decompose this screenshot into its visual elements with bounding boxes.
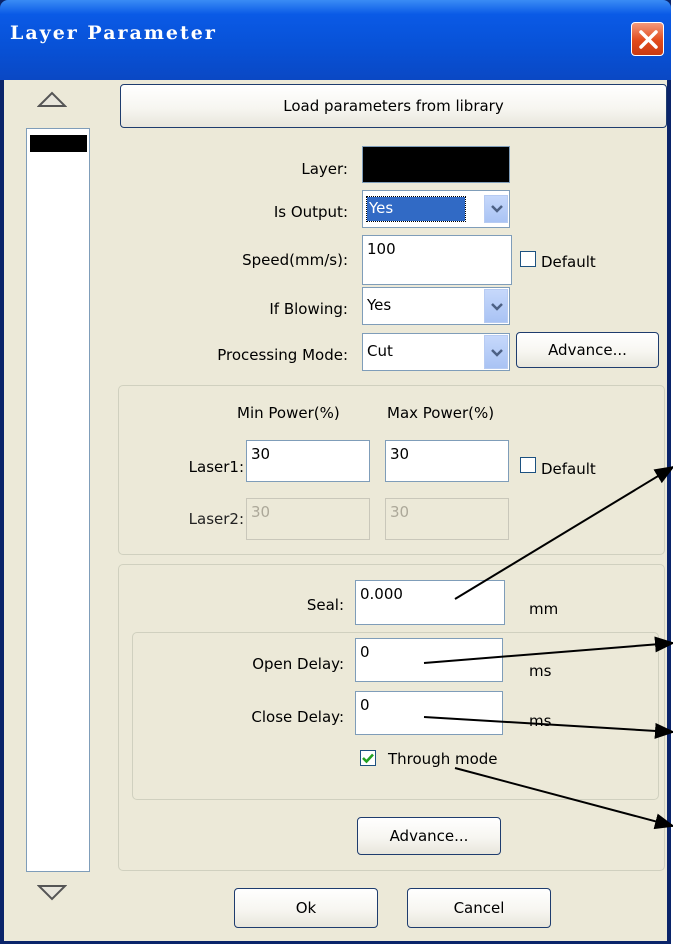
laser2-label: Laser2: — [188, 510, 244, 528]
is-output-value: Yes — [366, 196, 466, 222]
chevron-down-icon — [491, 349, 503, 357]
speed-default-label: Default — [541, 253, 596, 271]
close-icon — [639, 30, 658, 49]
speed-input[interactable]: 100 — [362, 235, 512, 285]
advance-button-top[interactable]: Advance... — [516, 332, 659, 368]
chevron-down-icon — [491, 303, 503, 311]
load-parameters-from-library-button[interactable]: Load parameters from library — [120, 84, 667, 128]
processing-mode-select[interactable]: Cut — [362, 333, 510, 371]
laser2-max-power-input: 30 — [385, 498, 509, 540]
laser2-min-power-input: 30 — [246, 498, 370, 540]
processing-mode-value: Cut — [367, 342, 393, 360]
laser1-min-power-input[interactable]: 30 — [246, 440, 370, 482]
if-blowing-dropdown-button[interactable] — [484, 289, 508, 323]
power-default-label: Default — [541, 460, 596, 478]
processing-mode-label: Processing Mode: — [217, 346, 348, 364]
open-delay-label: Open Delay: — [252, 655, 344, 673]
speed-label: Speed(mm/s): — [242, 251, 348, 269]
close-button[interactable] — [631, 22, 664, 56]
laser1-max-power-input[interactable]: 30 — [385, 440, 509, 482]
seal-input[interactable]: 0.000 — [355, 580, 505, 625]
advance-button-bottom[interactable]: Advance... — [357, 817, 501, 855]
laser1-label: Laser1: — [188, 458, 244, 476]
dialog-client-area: Load parameters from library Layer: Is O… — [4, 80, 667, 941]
window-title: Layer Parameter — [10, 22, 217, 44]
if-blowing-value: Yes — [367, 296, 392, 314]
processing-mode-dropdown-button[interactable] — [484, 335, 508, 369]
is-output-dropdown-button[interactable] — [484, 195, 508, 223]
is-output-label: Is Output: — [273, 203, 348, 221]
power-default-checkbox[interactable] — [520, 457, 536, 473]
speed-default-checkbox[interactable] — [520, 251, 536, 267]
layer-color-swatch[interactable] — [362, 146, 510, 183]
seal-label: Seal: — [306, 596, 344, 614]
min-power-header: Min Power(%) — [237, 404, 340, 422]
close-delay-input[interactable]: 0 — [355, 691, 503, 735]
scroll-up-arrow-icon[interactable] — [37, 90, 67, 108]
ok-button[interactable]: Ok — [234, 888, 378, 928]
if-blowing-select[interactable]: Yes — [362, 287, 510, 325]
cancel-button[interactable]: Cancel — [407, 888, 551, 928]
close-delay-label: Close Delay: — [251, 708, 344, 726]
is-output-select[interactable]: Yes — [362, 190, 510, 228]
layer-label: Layer: — [301, 160, 348, 178]
open-delay-input[interactable]: 0 — [355, 638, 503, 682]
max-power-header: Max Power(%) — [387, 404, 495, 422]
if-blowing-label: If Blowing: — [269, 300, 348, 318]
through-mode-label: Through mode — [388, 750, 498, 768]
checkmark-icon — [362, 753, 374, 764]
chevron-down-icon — [491, 205, 503, 213]
close-delay-unit-label: ms — [529, 712, 552, 730]
scroll-down-arrow-icon[interactable] — [37, 884, 67, 902]
layer-parameter-window: Layer Parameter Load parameters from lib… — [0, 0, 673, 944]
through-mode-checkbox[interactable] — [360, 750, 376, 766]
seal-unit-label: mm — [529, 600, 559, 618]
title-bar[interactable]: Layer Parameter — [0, 0, 671, 80]
layer-list-item[interactable] — [30, 135, 87, 152]
layer-list[interactable] — [26, 128, 90, 872]
open-delay-unit-label: ms — [529, 662, 552, 680]
